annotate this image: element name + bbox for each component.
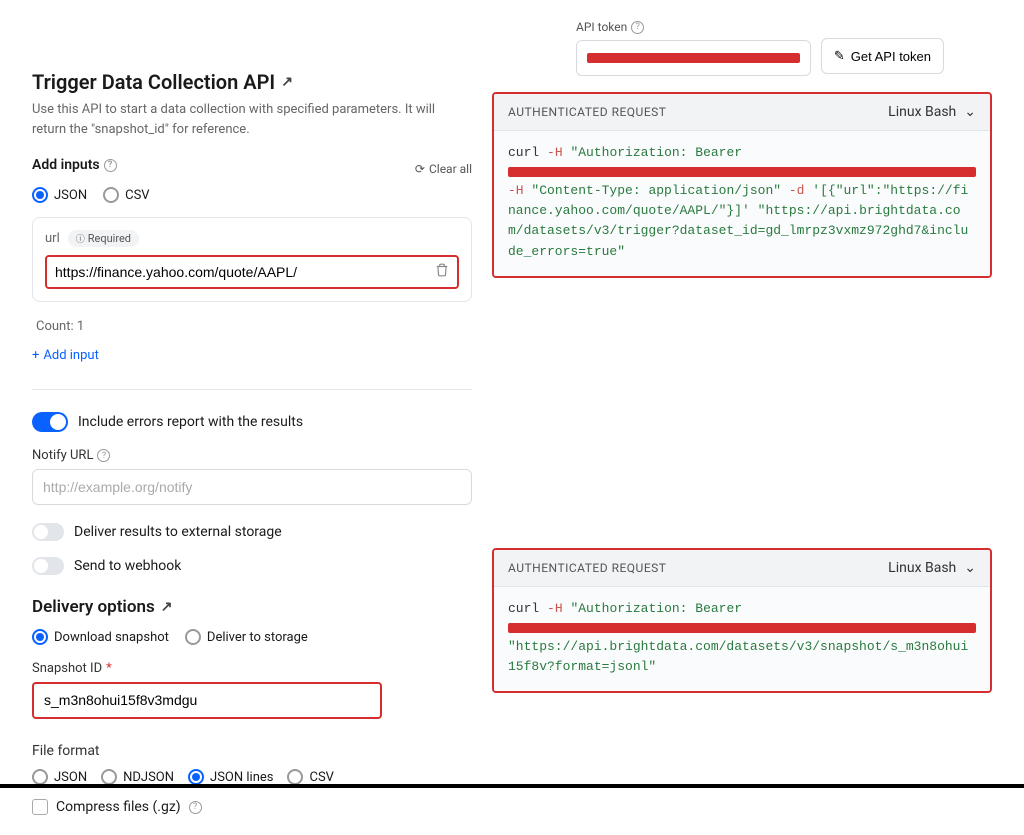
compress-label: Compress files (.gz) (56, 799, 181, 815)
redacted-token (508, 167, 976, 177)
snapshot-id-label: Snapshot ID (32, 661, 102, 676)
radio-icon (287, 769, 303, 785)
count-value: 1 (77, 319, 84, 334)
trash-icon[interactable] (435, 263, 449, 281)
fileformat-radio-ndjson[interactable]: NDJSON (101, 769, 174, 785)
webhook-toggle[interactable] (32, 557, 64, 575)
delivery-radio-download[interactable]: Download snapshot (32, 629, 169, 645)
radio-icon (32, 629, 48, 645)
radio-icon (32, 769, 48, 785)
page-bottom-border (0, 784, 1024, 788)
add-inputs-label: Add inputs (32, 157, 100, 173)
webhook-label: Send to webhook (74, 558, 181, 574)
notify-url-input[interactable] (32, 469, 472, 505)
clear-all-button[interactable]: ⟳ Clear all (415, 162, 472, 176)
language-select[interactable]: Linux Bash ⌄ (888, 104, 976, 120)
url-input[interactable] (55, 264, 435, 280)
external-storage-toggle[interactable] (32, 523, 64, 541)
include-errors-label: Include errors report with the results (78, 414, 303, 430)
plus-icon: + (32, 348, 39, 363)
radio-icon (188, 769, 204, 785)
code-body[interactable]: curl -H "Authorization: Bearer "https://… (494, 587, 990, 691)
chevron-down-icon: ⌄ (964, 104, 976, 120)
required-pill: ⓘ Required (68, 230, 139, 247)
page-title: Trigger Data Collection API ↗ (32, 70, 472, 94)
help-icon[interactable] (104, 159, 117, 172)
code-panel-trigger: AUTHENTICATED REQUEST Linux Bash ⌄ curl … (492, 92, 992, 278)
url-input-card: url ⓘ Required (32, 217, 472, 302)
add-input-button[interactable]: + Add input (32, 344, 472, 377)
code-body[interactable]: curl -H "Authorization: Bearer -H "Conte… (494, 131, 990, 276)
auth-request-label: AUTHENTICATED REQUEST (508, 105, 666, 119)
snapshot-id-input[interactable] (44, 692, 370, 708)
external-link-icon[interactable]: ↗ (161, 599, 173, 615)
radio-icon (32, 187, 48, 203)
delivery-radio-storage[interactable]: Deliver to storage (185, 629, 308, 645)
compress-checkbox[interactable] (32, 799, 48, 815)
external-storage-label: Deliver results to external storage (74, 524, 282, 540)
url-field-label: url (45, 231, 60, 246)
help-icon[interactable] (97, 449, 110, 462)
fileformat-radio-csv[interactable]: CSV (287, 769, 333, 785)
radio-icon (101, 769, 117, 785)
divider (32, 389, 472, 390)
redacted-token (508, 623, 976, 633)
format-radio-csv[interactable]: CSV (103, 187, 149, 203)
code-panel-snapshot: AUTHENTICATED REQUEST Linux Bash ⌄ curl … (492, 548, 992, 693)
fileformat-radio-json[interactable]: JSON (32, 769, 87, 785)
file-format-label: File format (32, 743, 100, 759)
format-radio-json[interactable]: JSON (32, 187, 87, 203)
include-errors-toggle[interactable] (32, 412, 68, 432)
required-star: * (106, 661, 112, 676)
auth-request-label: AUTHENTICATED REQUEST (508, 561, 666, 575)
language-select[interactable]: Linux Bash ⌄ (888, 560, 976, 576)
chevron-down-icon: ⌄ (964, 560, 976, 576)
radio-icon (103, 187, 119, 203)
notify-url-label: Notify URL (32, 448, 93, 463)
radio-icon (185, 629, 201, 645)
external-link-icon[interactable]: ↗ (281, 74, 293, 90)
refresh-icon: ⟳ (415, 162, 425, 176)
count-label: Count: (36, 319, 74, 334)
fileformat-radio-jsonlines[interactable]: JSON lines (188, 769, 273, 785)
delivery-options-title: Delivery options ↗ (32, 597, 472, 617)
page-subtitle: Use this API to start a data collection … (32, 100, 452, 139)
help-icon[interactable] (189, 801, 202, 814)
